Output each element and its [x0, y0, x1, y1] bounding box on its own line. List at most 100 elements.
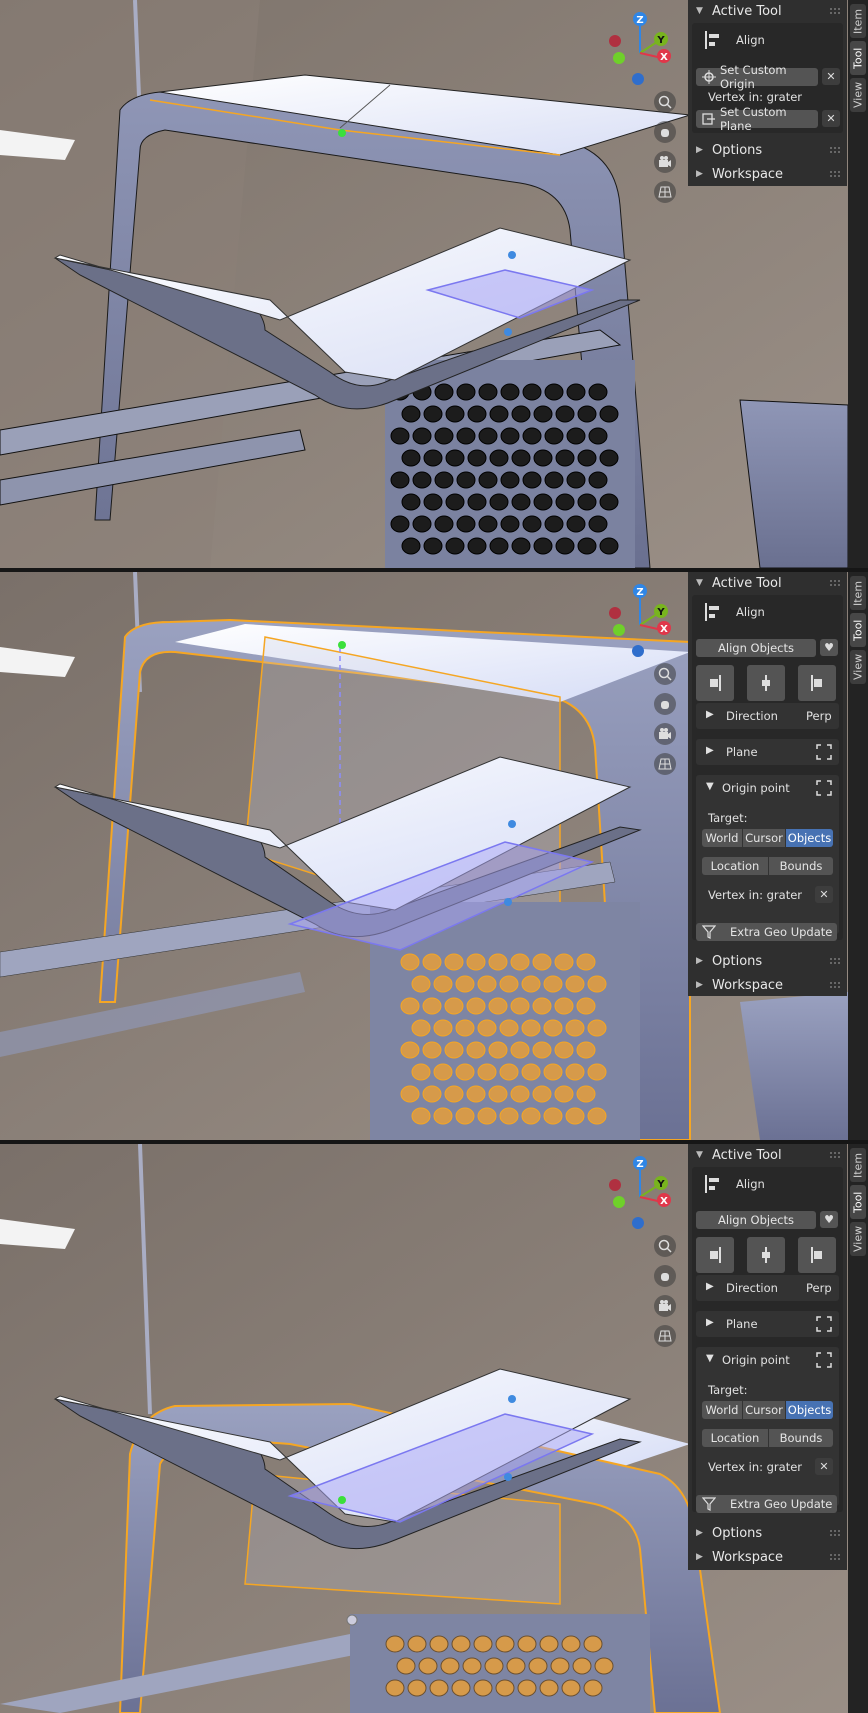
- grater-hole: [544, 383, 564, 401]
- bounds-button[interactable]: Bounds: [769, 857, 833, 875]
- grater-hole: [467, 493, 487, 511]
- plane-row[interactable]: ▶ Plane: [696, 1311, 839, 1337]
- pan-hand-icon[interactable]: [654, 693, 676, 715]
- grater-hole: [499, 975, 519, 993]
- grater-hole: [521, 1107, 541, 1125]
- grater-hole: [411, 1107, 431, 1125]
- location-button[interactable]: Location: [702, 1429, 768, 1447]
- zoom-icon[interactable]: [654, 1235, 676, 1257]
- origin-point-section: ▼ Origin point Target: World Cursor Obje…: [696, 775, 839, 934]
- align-left-icon: [811, 1247, 822, 1263]
- options-header[interactable]: ▶ Options: [688, 950, 847, 972]
- clear-origin-button[interactable]: ✕: [822, 68, 840, 85]
- extra-geo-update-button[interactable]: Extra Geo Update: [696, 923, 837, 941]
- target-objects-button[interactable]: Objects: [786, 1401, 833, 1419]
- tab-view[interactable]: View: [850, 1222, 866, 1256]
- align-objects-button[interactable]: Align Objects: [696, 1211, 816, 1229]
- tab-tool[interactable]: Tool: [850, 41, 866, 75]
- align-center-button[interactable]: [747, 665, 785, 701]
- grater-hole: [599, 493, 619, 511]
- grater-hole: [495, 1635, 515, 1653]
- expand-icon[interactable]: [816, 1316, 832, 1332]
- zoom-icon[interactable]: [654, 663, 676, 685]
- active-tool-header[interactable]: ▼ Active Tool: [688, 0, 847, 22]
- align-min-button[interactable]: [696, 1237, 734, 1273]
- grater-hole: [451, 1679, 471, 1697]
- tab-view[interactable]: View: [850, 650, 866, 684]
- expand-icon[interactable]: [816, 1352, 832, 1368]
- clear-plane-button[interactable]: ✕: [822, 110, 840, 127]
- grater-hole: [423, 493, 443, 511]
- plane-export-icon: [702, 113, 715, 125]
- set-custom-plane-button[interactable]: Set Custom Plane: [696, 105, 818, 133]
- perspective-grid-icon[interactable]: [654, 753, 676, 775]
- grater-hole: [532, 997, 552, 1015]
- target-cursor-button[interactable]: Cursor: [743, 1401, 785, 1419]
- perspective-grid-icon[interactable]: [654, 1325, 676, 1347]
- target-objects-button[interactable]: Objects: [786, 829, 833, 847]
- target-cursor-button[interactable]: Cursor: [743, 829, 785, 847]
- direction-row[interactable]: ▶ Direction Perp: [696, 1275, 839, 1301]
- expand-icon[interactable]: [816, 744, 832, 760]
- align-max-button[interactable]: [798, 1237, 836, 1273]
- workspace-header[interactable]: ▶ Workspace: [688, 163, 847, 185]
- tab-item[interactable]: Item: [850, 4, 866, 38]
- expand-icon[interactable]: [816, 780, 832, 796]
- perspective-grid-icon[interactable]: [654, 181, 676, 203]
- pan-hand-icon[interactable]: [654, 121, 676, 143]
- heart-icon[interactable]: ♥: [820, 639, 838, 656]
- tab-item[interactable]: Item: [850, 1148, 866, 1182]
- grater-hole: [488, 1041, 508, 1059]
- axis-gizmo-1[interactable]: Z Y X: [600, 8, 680, 88]
- grater-hole: [576, 1041, 596, 1059]
- grater-hole: [385, 1635, 405, 1653]
- align-center-button[interactable]: [747, 1237, 785, 1273]
- zoom-icon[interactable]: [654, 91, 676, 113]
- axis-gizmo-3[interactable]: Z Y X: [600, 1152, 680, 1232]
- workspace-header[interactable]: ▶ Workspace: [688, 974, 847, 996]
- bounds-button[interactable]: Bounds: [769, 1429, 833, 1447]
- axis-gizmo-2[interactable]: Z Y X: [600, 580, 680, 660]
- target-icon: [702, 70, 716, 84]
- location-button[interactable]: Location: [702, 857, 768, 875]
- grater-hole: [411, 1063, 431, 1081]
- target-world-button[interactable]: World: [702, 829, 742, 847]
- align-objects-button[interactable]: Align Objects: [696, 639, 816, 657]
- active-tool-header[interactable]: ▼ Active Tool: [688, 1144, 847, 1166]
- tab-view[interactable]: View: [850, 78, 866, 112]
- origin-point-label[interactable]: Origin point: [722, 781, 790, 795]
- set-custom-origin-button[interactable]: Set Custom Origin: [696, 63, 818, 91]
- grater-hole: [544, 427, 564, 445]
- direction-row[interactable]: ▶ Direction Perp: [696, 703, 839, 729]
- plane-row[interactable]: ▶ Plane: [696, 739, 839, 765]
- align-min-button[interactable]: [696, 665, 734, 701]
- grater-hole: [539, 1635, 559, 1653]
- pan-hand-icon[interactable]: [654, 1265, 676, 1287]
- tab-tool[interactable]: Tool: [850, 613, 866, 647]
- align-max-button[interactable]: [798, 665, 836, 701]
- grater-hole: [444, 953, 464, 971]
- clear-origin-button[interactable]: ✕: [815, 1458, 833, 1475]
- active-tool-header[interactable]: ▼ Active Tool: [688, 572, 847, 594]
- camera-icon[interactable]: [654, 723, 676, 745]
- camera-icon[interactable]: [654, 1295, 676, 1317]
- viewport-1[interactable]: Z Y X Item Tool View ▼ Active Tool Align …: [0, 0, 868, 568]
- tab-tool[interactable]: Tool: [850, 1185, 866, 1219]
- origin-point-label[interactable]: Origin point: [722, 1353, 790, 1367]
- options-header[interactable]: ▶ Options: [688, 139, 847, 161]
- extra-geo-update-button[interactable]: Extra Geo Update: [696, 1495, 837, 1513]
- target-world-button[interactable]: World: [702, 1401, 742, 1419]
- grater-hole: [499, 1019, 519, 1037]
- heart-icon[interactable]: ♥: [820, 1211, 838, 1228]
- camera-icon[interactable]: [654, 151, 676, 173]
- grater-hole: [499, 1107, 519, 1125]
- grater-hole: [533, 449, 553, 467]
- align-tool-icon: [705, 603, 719, 621]
- options-header[interactable]: ▶ Options: [688, 1522, 847, 1544]
- clear-origin-button[interactable]: ✕: [815, 886, 833, 903]
- grater-hole: [510, 997, 530, 1015]
- tab-item[interactable]: Item: [850, 576, 866, 610]
- workspace-header[interactable]: ▶ Workspace: [688, 1546, 847, 1568]
- viewport-3[interactable]: Z Y X Item Tool View ▼ Active Tool Align …: [0, 1144, 868, 1713]
- viewport-2[interactable]: Z Y X Item Tool View ▼ Active Tool Align …: [0, 572, 868, 1140]
